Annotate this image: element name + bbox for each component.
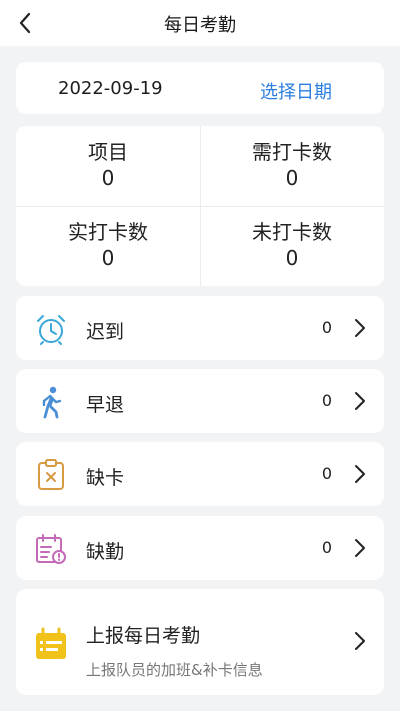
row-label: 缺卡: [86, 467, 125, 489]
selected-date: 2022-09-19: [58, 78, 163, 99]
stat-value: 0: [285, 246, 299, 270]
absence-row[interactable]: 缺勤 0: [16, 516, 384, 580]
row-count: 0: [321, 464, 332, 483]
late-row[interactable]: 迟到 0: [16, 296, 384, 360]
row-count: 0: [321, 318, 332, 337]
row-label: 缺勤: [86, 541, 125, 563]
row-count: 0: [321, 538, 332, 557]
chevron-right-icon: [355, 539, 365, 557]
chevron-right-icon: [355, 465, 365, 483]
row-count: 0: [321, 391, 332, 410]
report-subtitle: 上报队员的加班&补卡信息: [86, 661, 263, 679]
clipboard-x-icon: [38, 459, 64, 490]
stat-project: 项目 0: [16, 126, 200, 206]
stat-label: 实打卡数: [68, 220, 148, 244]
stat-value: 0: [101, 246, 115, 270]
page-title: 每日考勤: [164, 15, 236, 36]
leave-early-row[interactable]: 早退 0: [16, 369, 384, 433]
row-label: 早退: [86, 394, 125, 416]
stats-card: 项目 0 需打卡数 0 实打卡数 0 未打卡数 0: [16, 126, 384, 286]
stat-label: 需打卡数: [252, 140, 332, 164]
stat-label: 项目: [88, 140, 128, 164]
chevron-right-icon: [355, 632, 365, 650]
report-attendance-row[interactable]: 上报每日考勤 上报队员的加班&补卡信息: [16, 589, 384, 695]
calendar-alert-icon: [36, 534, 66, 564]
stat-value: 0: [101, 166, 115, 190]
stat-missed-punches: 未打卡数 0: [200, 206, 384, 286]
row-label: 迟到: [86, 321, 125, 343]
stat-required-punches: 需打卡数 0: [200, 126, 384, 206]
stat-value: 0: [285, 166, 299, 190]
top-nav-bar: 每日考勤: [0, 0, 400, 46]
select-date-button[interactable]: 选择日期: [260, 78, 332, 104]
stat-label: 未打卡数: [252, 220, 332, 244]
alarm-clock-icon: [37, 315, 65, 345]
calendar-report-icon: [36, 627, 66, 659]
date-card: 2022-09-19 选择日期: [16, 62, 384, 114]
divider: [16, 206, 384, 207]
stat-actual-punches: 实打卡数 0: [16, 206, 200, 286]
chevron-right-icon: [355, 392, 365, 410]
report-title: 上报每日考勤: [86, 625, 201, 647]
missing-punch-row[interactable]: 缺卡 0: [16, 442, 384, 506]
walking-person-icon: [42, 386, 62, 419]
chevron-right-icon: [355, 319, 365, 337]
